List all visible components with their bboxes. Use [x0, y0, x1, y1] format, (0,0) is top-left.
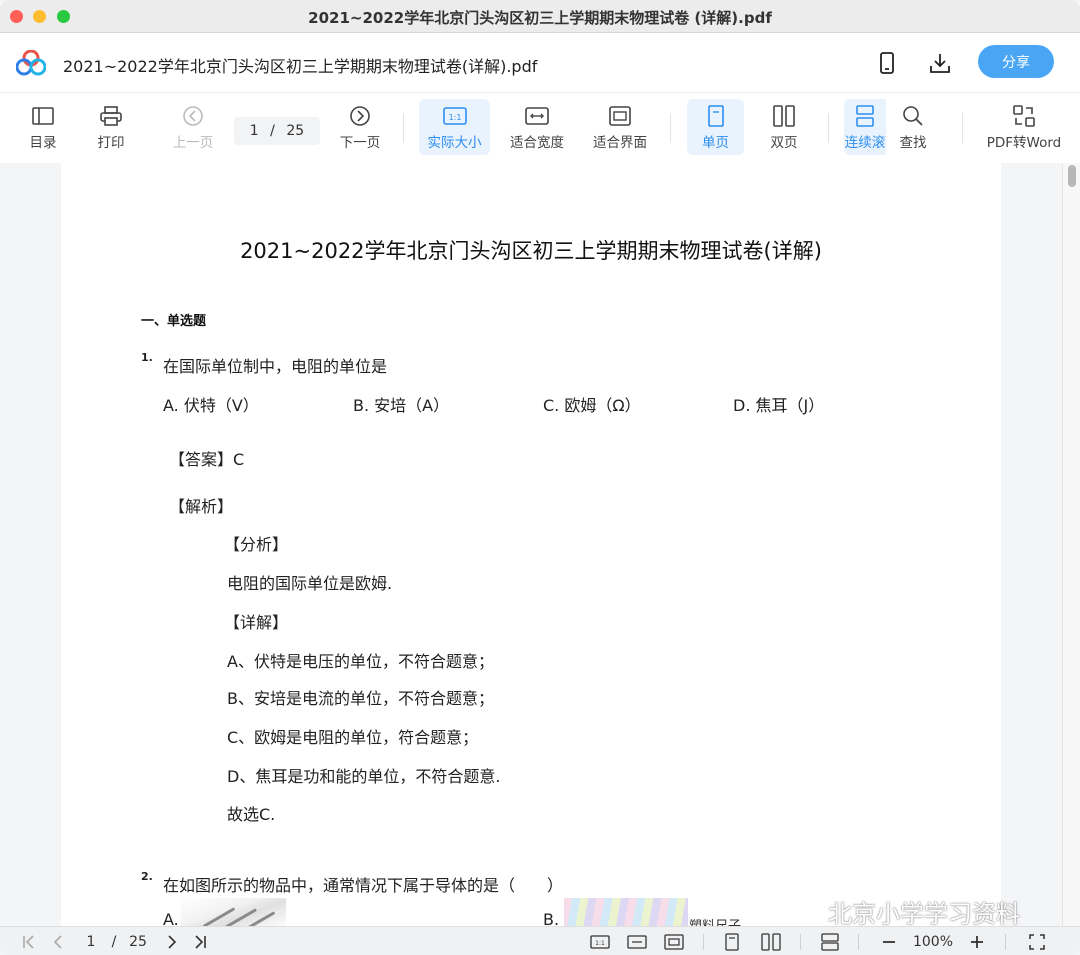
chevron-left-circle-icon	[182, 103, 204, 129]
answer-line: 【答案】C	[169, 450, 245, 469]
analysis-text: 电阻的国际单位是欧姆.	[227, 574, 393, 593]
bottom-divider	[800, 934, 801, 950]
page-number-input[interactable]: 1 / 25	[234, 117, 320, 145]
detail-line: B、安培是电流的单位，不符合题意；	[227, 689, 494, 708]
document-viewer[interactable]: 2021~2022学年北京门头沟区初三上学期期末物理试卷(详解) 一、单选题 1…	[0, 163, 1080, 926]
svg-text:1:1: 1:1	[595, 940, 605, 947]
question-number: 2.	[141, 870, 153, 883]
app-window: 2021~2022学年北京门头沟区初三上学期期末物理试卷 (详解).pdf 20…	[0, 0, 1080, 955]
fit-width-button[interactable]: 适合宽度	[505, 99, 569, 155]
question-number: 1.	[141, 351, 153, 364]
option-b: B. 安培（A）	[353, 396, 450, 415]
next-page-button[interactable]: 下一页	[335, 99, 385, 155]
svg-text:1:1: 1:1	[448, 113, 461, 122]
printer-icon	[100, 103, 122, 129]
pdf-to-word-button[interactable]: PDF转Word	[982, 99, 1066, 155]
sidebar-icon	[32, 103, 54, 129]
fullscreen-icon[interactable]	[1026, 932, 1048, 952]
fit-page-icon	[608, 103, 632, 129]
actual-size-icon: 1:1	[442, 103, 467, 129]
bottom-page-separator: /	[111, 934, 117, 950]
title-bar: 2021~2022学年北京门头沟区初三上学期期末物理试卷 (详解).pdf	[0, 0, 1080, 33]
bottom-divider	[703, 934, 704, 950]
detail-subheading: 【详解】	[224, 613, 289, 632]
conclusion-line: 故选C.	[227, 805, 276, 824]
app-header: 2021~2022学年北京门头沟区初三上学期期末物理试卷(详解).pdf 分享	[0, 33, 1080, 93]
document-title: 2021~2022学年北京门头沟区初三上学期期末物理试卷(详解).pdf	[63, 57, 538, 76]
mobile-icon[interactable]	[874, 50, 900, 76]
option-a: A.	[163, 910, 179, 926]
detail-line: D、焦耳是功和能的单位，不符合题意.	[227, 767, 501, 786]
bottom-divider	[858, 934, 859, 950]
zoom-level[interactable]: 100%	[910, 932, 956, 952]
actual-size-button[interactable]: 1:1 实际大小	[419, 99, 490, 155]
actual-size-icon[interactable]: 1:1	[589, 932, 611, 952]
prev-page-button[interactable]: 上一页	[168, 99, 218, 155]
analysis-subheading: 【分析】	[224, 535, 289, 554]
option-a: A. 伏特（V）	[163, 396, 259, 415]
option-d: D. 焦耳（J）	[733, 396, 825, 415]
double-page-icon	[773, 103, 795, 129]
detail-line: C、欧姆是电阻的单位，符合题意；	[227, 728, 479, 747]
scrollbar-thumb[interactable]	[1068, 165, 1076, 187]
continuous-scroll-button[interactable]: 连续滚	[844, 99, 886, 155]
option-b-image	[564, 898, 688, 926]
option-a-image	[181, 898, 286, 926]
fit-width-icon[interactable]	[626, 932, 648, 952]
watermark: 北京小学学习资料	[786, 894, 1020, 926]
app-logo-icon	[15, 49, 47, 76]
zoom-out-icon[interactable]	[879, 932, 899, 952]
bottom-bar: 1 / 25 1:1 100%	[0, 926, 1080, 955]
bottom-divider	[1005, 934, 1006, 950]
wechat-icon	[787, 899, 822, 924]
double-page-button[interactable]: 双页	[757, 99, 811, 155]
toolbar-divider	[670, 113, 671, 143]
toc-button[interactable]: 目录	[22, 99, 64, 155]
section-heading: 一、单选题	[141, 314, 207, 329]
convert-icon	[1013, 103, 1035, 129]
share-button[interactable]: 分享	[978, 45, 1054, 78]
search-button[interactable]: 查找	[892, 99, 934, 155]
option-b: B.	[543, 910, 560, 926]
last-page-icon[interactable]	[189, 932, 211, 952]
continuous-scroll-icon	[854, 103, 876, 129]
bottom-page-total: 25	[129, 934, 147, 950]
option-c: C. 欧姆（Ω）	[543, 396, 641, 415]
fit-width-icon	[525, 103, 549, 129]
single-page-icon	[707, 103, 725, 129]
first-page-icon[interactable]	[18, 932, 40, 952]
toolbar-divider	[828, 113, 829, 143]
continuous-scroll-icon[interactable]	[819, 932, 841, 952]
bottom-page-current[interactable]: 1	[84, 932, 98, 952]
question-text: 在国际单位制中，电阻的单位是	[163, 357, 388, 376]
question-text: 在如图所示的物品中，通常情况下属于导体的是（ ）	[163, 876, 564, 895]
option-b-caption: 塑料尺子	[689, 915, 741, 926]
window-title: 2021~2022学年北京门头沟区初三上学期期末物理试卷 (详解).pdf	[308, 9, 772, 27]
vertical-scrollbar[interactable]	[1062, 163, 1080, 926]
document-heading: 2021~2022学年北京门头沟区初三上学期期末物理试卷(详解)	[240, 239, 822, 263]
search-icon	[902, 103, 924, 129]
toolbar-divider	[403, 113, 404, 143]
chevron-right-circle-icon	[349, 103, 371, 129]
double-page-icon[interactable]	[760, 932, 782, 952]
next-page-icon[interactable]	[162, 932, 182, 952]
single-page-icon[interactable]	[722, 932, 742, 952]
prev-page-icon[interactable]	[48, 932, 68, 952]
print-button[interactable]: 打印	[90, 99, 132, 155]
toolbar: 目录 打印 上一页 1 / 25 下一页 1:1 实际大小 适合宽度 适合界面 …	[0, 93, 1080, 163]
download-icon[interactable]	[927, 50, 953, 76]
detail-line: A、伏特是电压的单位，不符合题意；	[227, 652, 494, 671]
fit-page-icon[interactable]	[663, 932, 685, 952]
toolbar-divider	[962, 113, 963, 143]
pdf-page: 2021~2022学年北京门头沟区初三上学期期末物理试卷(详解) 一、单选题 1…	[61, 163, 1001, 926]
analysis-heading: 【解析】	[169, 497, 234, 516]
zoom-in-icon[interactable]	[967, 932, 987, 952]
single-page-button[interactable]: 单页	[687, 99, 744, 155]
fit-page-button[interactable]: 适合界面	[588, 99, 652, 155]
